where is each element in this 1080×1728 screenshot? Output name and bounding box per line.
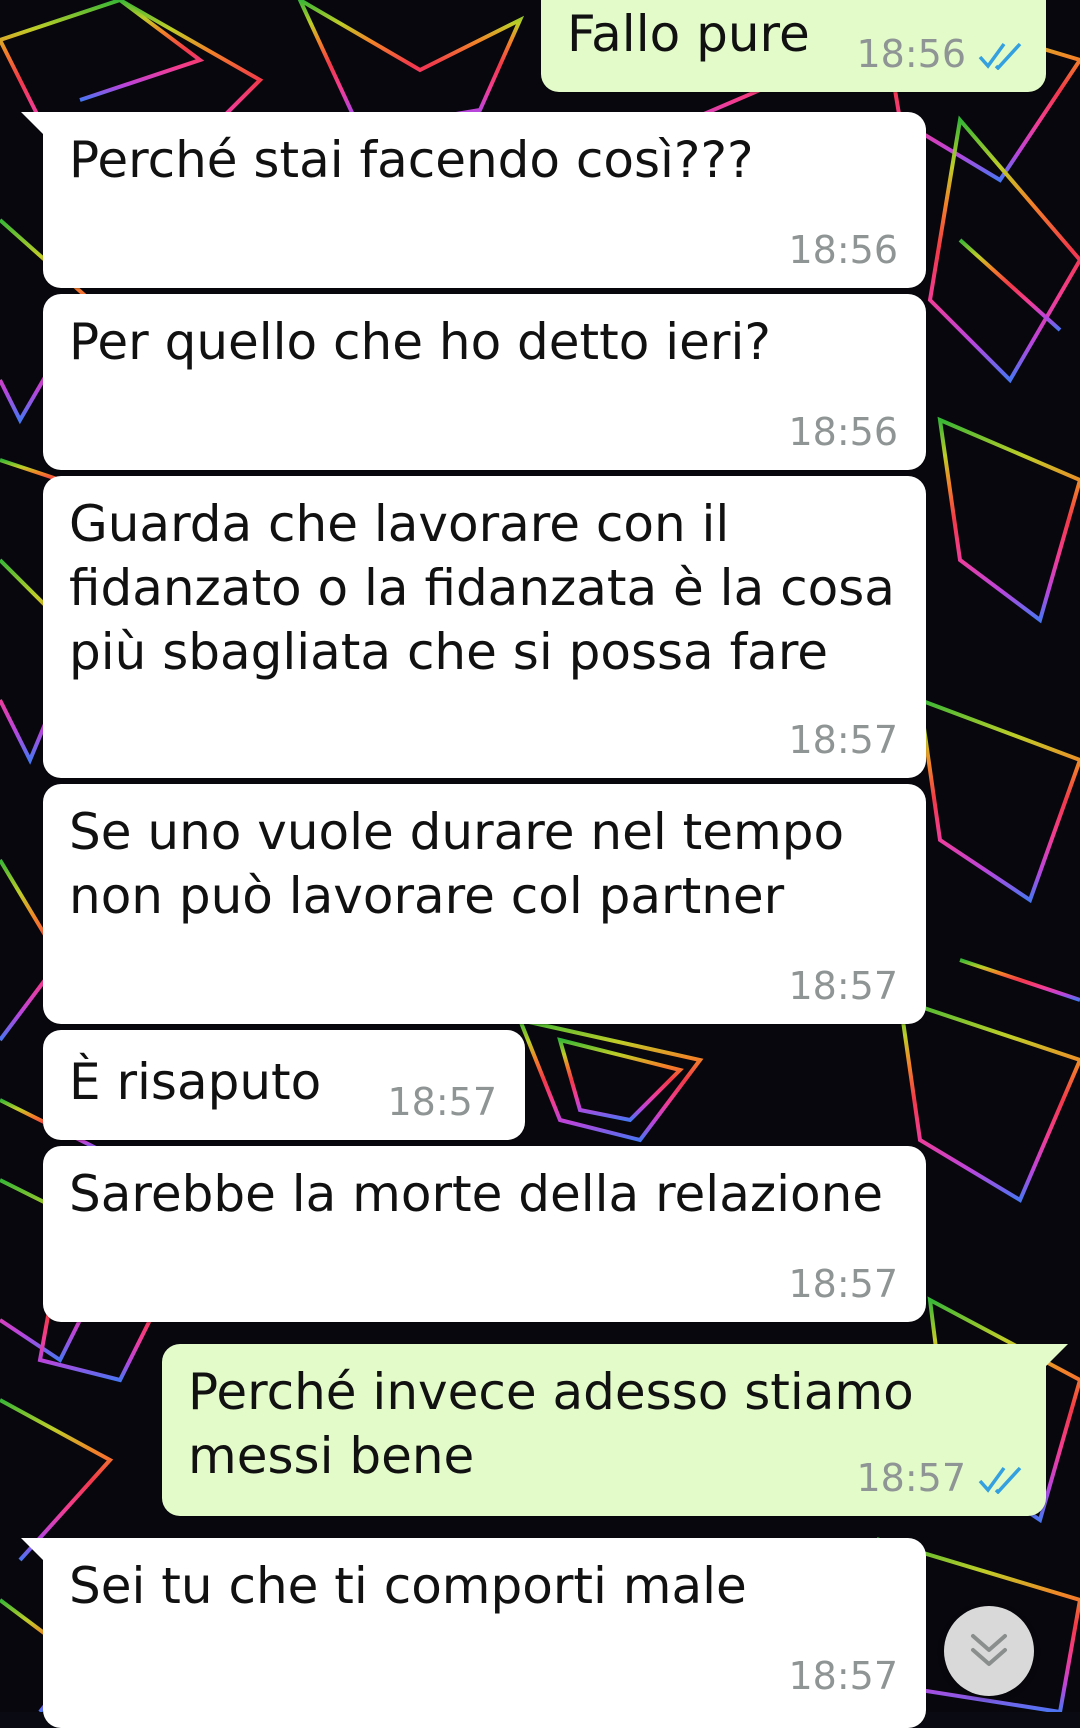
message-text: Guarda che lavorare con il fidanzato o l… bbox=[69, 495, 911, 681]
message-bubble-incoming[interactable]: Per quello che ho detto ieri? 18:56 bbox=[43, 294, 926, 470]
double-check-read-icon bbox=[978, 1466, 1022, 1494]
message-text: Se uno vuole durare nel tempo non può la… bbox=[69, 803, 860, 925]
scroll-to-bottom-button[interactable] bbox=[944, 1606, 1034, 1696]
message-time: 18:57 bbox=[788, 718, 898, 762]
message-text: Sarebbe la morte della relazione bbox=[69, 1165, 884, 1223]
message-text: Perché stai facendo così??? bbox=[69, 131, 754, 189]
message-time: 18:56 bbox=[788, 228, 898, 272]
message-time: 18:57 bbox=[788, 1654, 898, 1698]
double-check-read-icon bbox=[978, 42, 1022, 70]
bubble-tail bbox=[1042, 1344, 1068, 1370]
chat-message-list: Fallo pure 18:56 Perché stai facendo cos… bbox=[0, 0, 1080, 1728]
bubble-tail bbox=[21, 1538, 47, 1564]
message-bubble-incoming[interactable]: È risaputo 18:57 bbox=[43, 1030, 525, 1140]
message-text: Per quello che ho detto ieri? bbox=[69, 313, 771, 371]
message-time: 18:57 bbox=[856, 1456, 966, 1500]
message-bubble-incoming[interactable]: Guarda che lavorare con il fidanzato o l… bbox=[43, 476, 926, 778]
message-bubble-incoming[interactable]: Perché stai facendo così??? 18:56 bbox=[21, 112, 926, 288]
bubble-tail bbox=[21, 112, 47, 138]
message-time: 18:57 bbox=[788, 964, 898, 1008]
double-chevron-down-icon bbox=[971, 1634, 1007, 1666]
message-bubble-incoming[interactable]: Sei tu che ti comporti male 18:57 bbox=[21, 1538, 926, 1728]
message-bubble-incoming[interactable]: Se uno vuole durare nel tempo non può la… bbox=[43, 784, 926, 1024]
message-bubble-outgoing[interactable]: Perché invece adesso stiamo messi bene 1… bbox=[162, 1344, 1068, 1516]
message-time: 18:57 bbox=[788, 1262, 898, 1306]
message-time: 18:56 bbox=[788, 410, 898, 454]
message-bubble-incoming[interactable]: Sarebbe la morte della relazione 18:57 bbox=[43, 1146, 926, 1322]
message-time: 18:57 bbox=[387, 1080, 497, 1124]
message-time: 18:56 bbox=[856, 32, 966, 76]
message-text: Sei tu che ti comporti male bbox=[69, 1557, 747, 1615]
message-bubble-outgoing[interactable]: Fallo pure 18:56 bbox=[541, 0, 1046, 92]
